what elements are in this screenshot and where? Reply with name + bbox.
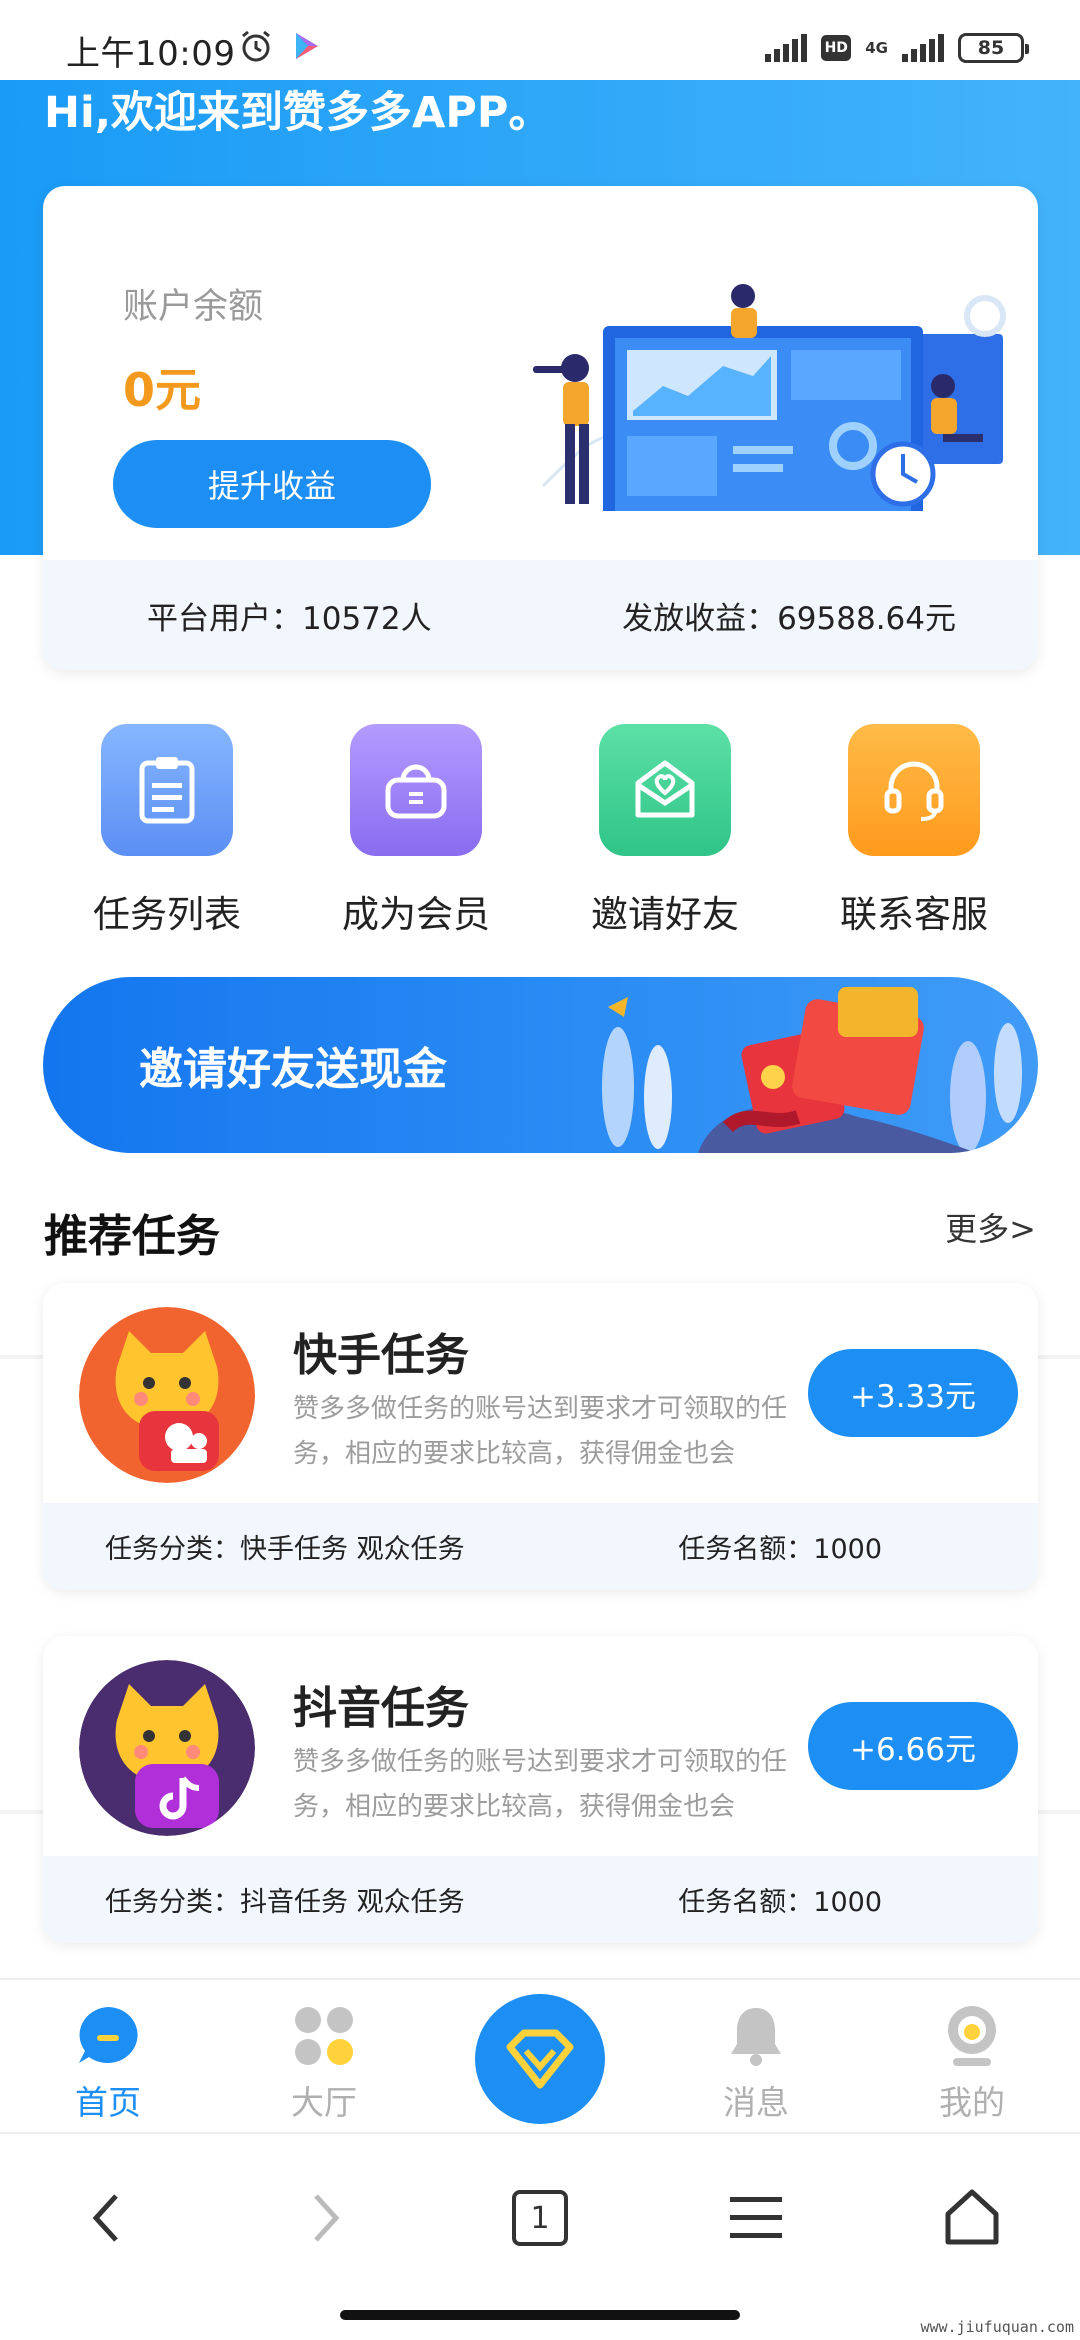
task-reward-button[interactable]: +3.33元 — [808, 1349, 1018, 1437]
douyin-cat-avatar — [79, 1660, 255, 1836]
home-indicator[interactable] — [340, 2310, 740, 2320]
battery-icon: 85 — [958, 33, 1029, 63]
home-button[interactable] — [932, 2178, 1012, 2258]
tab-count: 1 — [530, 2200, 550, 2236]
center-diamond-button[interactable] — [475, 1994, 605, 2124]
tab-home[interactable]: 首页 — [38, 2004, 178, 2124]
tab-messages[interactable]: 消息 — [686, 2004, 826, 2124]
action-task-list[interactable]: 任务列表 — [43, 724, 291, 938]
status-bar: 上午10:09 HD 4G 85 — [0, 0, 1080, 80]
status-time: 上午10:09 — [66, 34, 236, 74]
invite-cash-banner[interactable]: 邀请好友送现金 — [43, 977, 1038, 1153]
kuaishou-cat-avatar — [79, 1307, 255, 1483]
action-become-member[interactable]: 成为会员 — [292, 724, 540, 938]
task-description: 赞多多做任务的账号达到要求才可领取的任务，相应的要求比较高，获得佣金也会 — [293, 1394, 788, 1469]
more-link[interactable]: 更多> — [945, 1204, 1036, 1250]
hall-dots-icon — [289, 2004, 359, 2068]
task-card-kuaishou[interactable]: 快手任务 赞多多做任务的账号达到要求才可领取的任务，相应的要求比较高，获得佣金也… — [43, 1283, 1038, 1590]
action-invite-friends[interactable]: 邀请好友 — [541, 724, 789, 938]
tab-hall[interactable]: 大厅 — [254, 2004, 394, 2124]
task-quota: 任务名额：1000 — [678, 1534, 882, 1565]
hd-badge: HD — [821, 35, 852, 61]
tab-count-box: 1 — [512, 2190, 568, 2246]
task-card-douyin[interactable]: 抖音任务 赞多多做任务的账号达到要求才可领取的任务，相应的要求比较高，获得佣金也… — [43, 1636, 1038, 1943]
banner-title: 邀请好友送现金 — [139, 1044, 447, 1095]
tab-label: 首页 — [75, 2083, 141, 2122]
red-envelope-illustration — [602, 987, 1022, 1153]
platform-stats: 平台用户：10572人 发放收益：69588.64元 — [43, 560, 1038, 670]
paid-earnings: 发放收益：69588.64元 — [622, 600, 956, 637]
task-footer: 任务分类：快手任务 观众任务 任务名额：1000 — [43, 1503, 1038, 1590]
diamond-icon — [506, 2029, 574, 2089]
battery-level: 85 — [977, 37, 1005, 59]
home-chat-icon — [73, 2004, 143, 2068]
back-button[interactable] — [66, 2178, 146, 2258]
task-category: 任务分类：抖音任务 观众任务 — [105, 1887, 465, 1918]
bell-icon — [721, 2004, 791, 2068]
platform-users: 平台用户：10572人 — [147, 600, 432, 637]
tab-profile[interactable]: 我的 — [902, 2004, 1042, 2124]
greeting-title: Hi,欢迎来到赞多多APP。 — [44, 88, 552, 138]
home-icon — [945, 2189, 999, 2245]
balance-label: 账户余额 — [123, 287, 264, 327]
recommended-title: 推荐任务 — [44, 1211, 220, 1262]
account-card: 账户余额 0元 提升收益 平台用户：10572人 发放收益：69588.64元 — [43, 186, 1038, 670]
tab-label: 消息 — [723, 2083, 789, 2122]
heart-envelope-icon — [599, 724, 731, 856]
task-name: 抖音任务 — [293, 1683, 469, 1734]
status-right-group: HD 4G 85 — [765, 28, 1029, 68]
clipboard-icon — [101, 724, 233, 856]
tabs-button[interactable]: 1 — [500, 2178, 580, 2258]
task-footer: 任务分类：抖音任务 观众任务 任务名额：1000 — [43, 1856, 1038, 1943]
task-description: 赞多多做任务的账号达到要求才可领取的任务，相应的要求比较高，获得佣金也会 — [293, 1747, 788, 1822]
chevron-left-icon — [92, 2194, 118, 2242]
network-label: 4G — [865, 38, 888, 57]
play-store-icon — [296, 33, 318, 59]
tab-label: 我的 — [939, 2083, 1005, 2122]
balance-value: 0元 — [123, 363, 202, 417]
chevron-right-icon — [314, 2194, 340, 2242]
upgrade-earnings-button[interactable]: 提升收益 — [113, 440, 431, 528]
watermark: www.jiufuquan.com — [920, 2318, 1074, 2336]
menu-icon — [730, 2197, 782, 2238]
action-label: 联系客服 — [840, 893, 988, 936]
signal-icon-2 — [902, 34, 944, 62]
alarm-icon — [242, 30, 270, 62]
headset-icon — [848, 724, 980, 856]
dashboard-illustration — [533, 284, 1006, 511]
task-category: 任务分类：快手任务 观众任务 — [105, 1534, 465, 1565]
menu-button[interactable] — [716, 2178, 796, 2258]
signal-icon — [765, 34, 808, 62]
forward-button[interactable] — [286, 2178, 366, 2258]
basket-icon — [350, 724, 482, 856]
task-name: 快手任务 — [293, 1330, 469, 1381]
bottom-tab-bar: 首页 大厅 消息 我的 — [0, 1978, 1080, 2132]
quick-actions: 任务列表 成为会员 邀请好友 联系客服 — [43, 724, 1038, 938]
action-label: 任务列表 — [93, 893, 241, 936]
browser-nav-bar: 1 — [0, 2132, 1080, 2340]
action-label: 邀请好友 — [591, 893, 739, 936]
task-quota: 任务名额：1000 — [678, 1887, 882, 1918]
action-label: 成为会员 — [342, 893, 490, 936]
action-contact-support[interactable]: 联系客服 — [790, 724, 1038, 938]
tab-label: 大厅 — [291, 2083, 357, 2122]
profile-icon — [937, 2004, 1007, 2068]
task-reward-button[interactable]: +6.66元 — [808, 1702, 1018, 1790]
